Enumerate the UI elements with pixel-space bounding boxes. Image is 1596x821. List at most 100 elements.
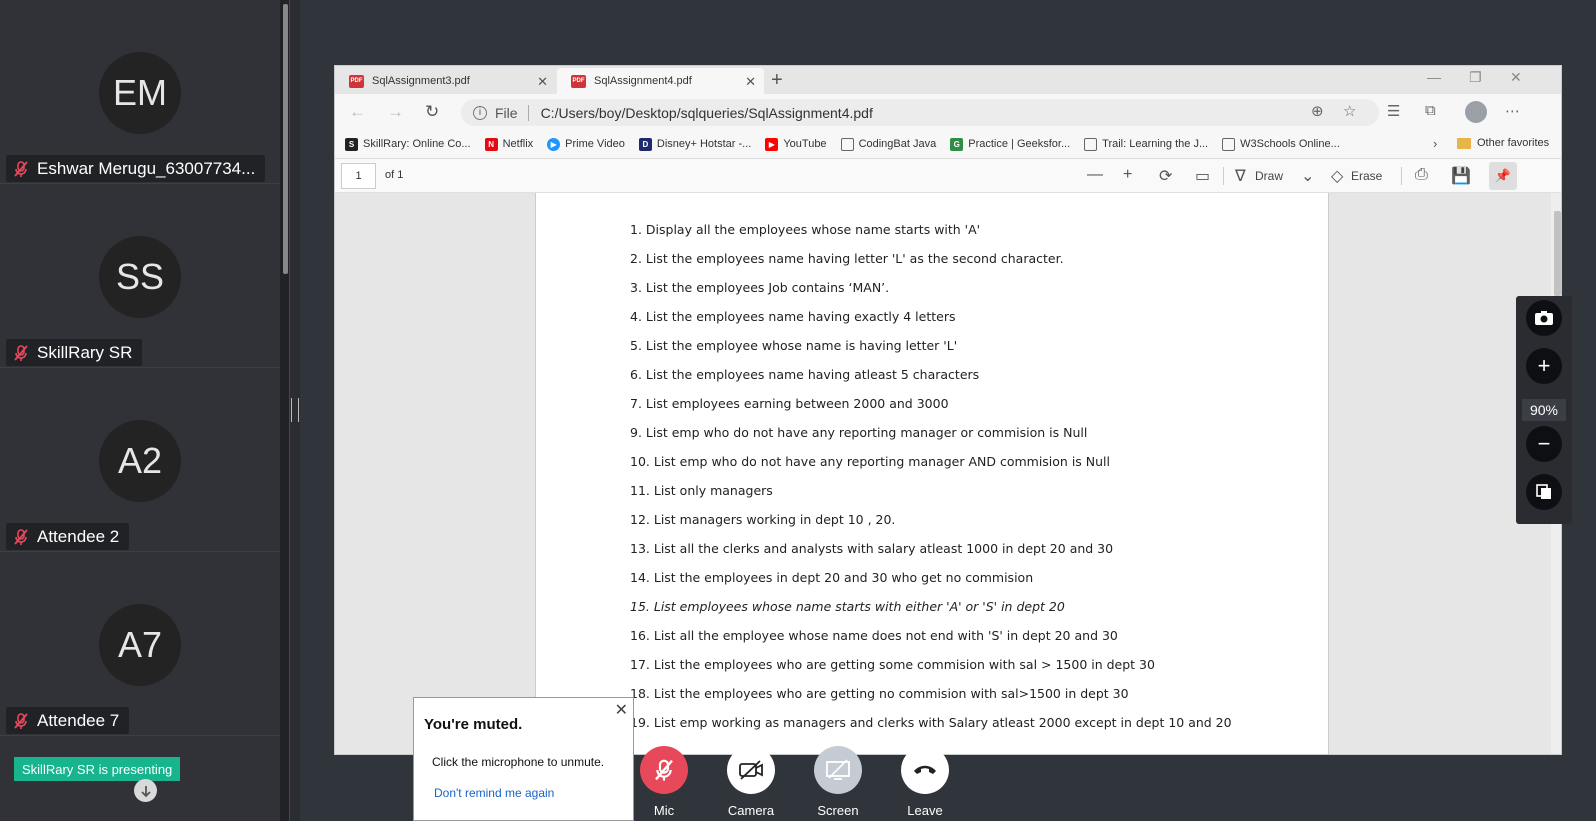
favorite-codingbat[interactable]: CodingBat Java [840,137,936,151]
presenting-badge: SkillRary SR is presenting [14,757,181,781]
favorite-label: Disney+ Hotstar -... [656,138,752,150]
leave-button[interactable]: Leave [895,746,955,818]
close-tab-icon[interactable]: ✕ [745,74,756,90]
divider-grip-icon[interactable] [291,398,299,422]
avatar: EM [99,52,181,134]
mic-off-icon [14,712,28,729]
tab-sqlassignment3[interactable]: PDF SqlAssignment3.pdf ✕ [335,68,556,94]
pdf-line: 1. Display all the employees whose name … [630,222,981,237]
participant-name: Eshwar Merugu_63007734... [37,158,256,178]
page-icon [1222,137,1236,151]
participant-tile[interactable]: A7 Attendee 7 [0,552,280,736]
refresh-icon[interactable]: ↻ [425,102,439,122]
participant-nameplate: Eshwar Merugu_63007734... [6,155,266,182]
snapshot-button[interactable] [1526,300,1562,336]
close-icon[interactable]: ✕ [615,700,628,720]
forward-icon[interactable]: → [387,102,404,122]
browser-window: PDF SqlAssignment3.pdf ✕ PDF SqlAssignme… [334,65,1562,755]
pdf-toolbar: 1 of 1 — + ⟳ ▭ ∇ Draw ⌄ ◇ Erase ⎙ 💾 📌 [335,159,1561,193]
camera-off-icon [739,760,763,780]
favorite-label: W3Schools Online... [1240,138,1340,150]
screen-share-button[interactable]: Screen [808,746,868,818]
favorite-hotstar[interactable]: D Disney+ Hotstar -... [638,137,752,151]
pdf-line: 19. List emp working as managers and cle… [630,715,1232,730]
screen-share-icon [826,759,850,780]
pdf-line: 10. List emp who do not have any reporti… [630,454,1111,469]
screen-button-circle[interactable] [814,746,862,794]
other-favorites-folder[interactable]: Other favorites [1457,137,1549,149]
mic-button-circle[interactable] [640,746,688,794]
sidebar-scrollbar-thumb[interactable] [283,4,288,274]
zoom-out-button[interactable]: − [1526,426,1562,462]
favorite-geeksforgeeks[interactable]: G Practice | Geeksfor... [950,137,1070,151]
draw-button[interactable]: Draw [1255,169,1283,183]
skillrary-icon: S [345,137,358,151]
screen-label: Screen [817,803,859,818]
back-icon[interactable]: ← [349,102,366,122]
zoom-in-button[interactable]: + [1526,348,1562,384]
new-tab-icon[interactable]: + [771,69,783,91]
zoom-out-icon[interactable]: — [1087,166,1103,184]
pdf-line: 13. List all the clerks and analysts wit… [630,541,1114,556]
rotate-icon[interactable]: ⟳ [1159,166,1172,186]
toast-title: You're muted. [424,716,523,733]
favorite-java-trail[interactable]: Trail: Learning the J... [1084,137,1208,151]
profile-avatar[interactable] [1465,101,1487,123]
url-input[interactable]: i File C:/Users/boy/Desktop/sqlqueries/S… [461,99,1379,126]
zoom-in-icon[interactable]: + [1123,166,1132,184]
favorite-skillrary[interactable]: S SkillRary: Online Co... [345,137,471,151]
pin-icon[interactable]: 📌 [1489,162,1517,190]
favorites-bar: S SkillRary: Online Co... N Netflix ▶ Prime… [335,130,1561,159]
favorites-list-icon[interactable]: ☰ [1387,102,1400,120]
scroll-down-icon[interactable] [134,779,157,802]
close-tab-icon[interactable]: ✕ [537,74,548,90]
pdf-viewer[interactable]: 1. Display all the employees whose name … [335,193,1561,754]
favorite-star-icon[interactable]: ☆ [1343,102,1356,120]
camera-button-circle[interactable] [727,746,775,794]
favorite-w3schools[interactable]: W3Schools Online... [1222,137,1340,151]
mic-button[interactable]: Mic [634,746,694,818]
favorite-prime-video[interactable]: ▶ Prime Video [547,137,625,151]
fit-page-icon[interactable]: ▭ [1195,166,1210,186]
toolbar-separator [1401,167,1402,185]
leave-button-circle[interactable] [901,746,949,794]
eraser-icon[interactable]: ◇ [1331,166,1343,186]
mic-off-icon [14,528,28,545]
participant-name: Attendee 7 [37,710,120,730]
minimize-icon[interactable]: — [1427,69,1441,85]
mic-off-icon [14,160,28,177]
avatar: SS [99,236,181,318]
address-bar: ← → ↻ i File C:/Users/boy/Desktop/sqlque… [335,94,1561,130]
print-icon[interactable]: ⎙ [1415,166,1428,184]
tab-sqlassignment4[interactable]: PDF SqlAssignment4.pdf ✕ [557,68,764,94]
participant-tile[interactable]: A2 Attendee 2 [0,368,280,552]
dont-remind-link[interactable]: Don't remind me again [434,786,554,800]
favorite-youtube[interactable]: ▶ YouTube [765,137,827,151]
collections-icon[interactable]: ⧉ [1425,102,1436,119]
pdf-scrollbar-thumb[interactable] [1554,211,1561,296]
favorite-netflix[interactable]: N Netflix [484,137,533,151]
chevron-down-icon[interactable]: ⌄ [1301,166,1314,186]
favorite-label: Prime Video [565,138,625,150]
draw-icon[interactable]: ∇ [1235,166,1246,186]
copy-button[interactable] [1526,474,1562,510]
erase-button[interactable]: Erase [1351,169,1382,183]
favorite-label: SkillRary: Online Co... [363,138,471,150]
pdf-line: 17. List the employees who are getting s… [630,657,1155,672]
more-options-icon[interactable]: ⋯ [1505,102,1520,120]
restore-icon[interactable]: ❐ [1469,69,1482,86]
save-icon[interactable]: 💾 [1451,166,1471,186]
chevron-right-icon[interactable]: › [1433,136,1437,151]
participant-nameplate: Attendee 2 [6,523,130,550]
youtube-icon: ▶ [765,137,779,151]
mic-off-icon [14,344,28,361]
participant-tile[interactable]: EM Eshwar Merugu_63007734... [0,0,280,184]
pdf-line: 16. List all the employee whose name doe… [630,628,1118,643]
info-icon[interactable]: i [473,105,487,120]
participant-tile[interactable]: SS SkillRary SR [0,184,280,368]
zoom-icon[interactable]: ⊕ [1311,102,1324,120]
camera-button[interactable]: Camera [721,746,781,818]
close-window-icon[interactable]: ✕ [1510,69,1522,86]
favorite-label: YouTube [783,138,827,150]
page-number-input[interactable]: 1 [341,163,376,189]
